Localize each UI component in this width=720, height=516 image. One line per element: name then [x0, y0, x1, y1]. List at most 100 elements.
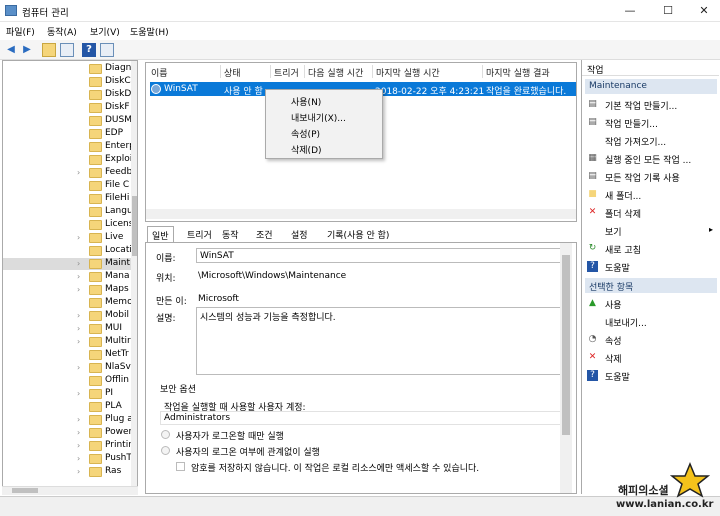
menu-action[interactable]: 동작(A)	[47, 25, 77, 38]
back-arrow-icon[interactable]: ◀	[4, 43, 18, 57]
expand-chevron-icon[interactable]: ›	[77, 285, 80, 294]
forward-arrow-icon[interactable]: ▶	[20, 43, 34, 57]
tree-item[interactable]: › Maint	[3, 258, 133, 270]
tree-hscroll-thumb[interactable]	[12, 488, 38, 493]
expand-chevron-icon[interactable]: ›	[77, 363, 80, 372]
tree-item[interactable]: Exploi	[3, 154, 133, 166]
description-field[interactable]: 시스템의 성능과 기능을 측정합니다.	[196, 307, 566, 375]
tree-scroll-thumb[interactable]	[132, 196, 137, 256]
actions-section-maintenance[interactable]: Maintenance	[585, 79, 717, 94]
tree-item[interactable]: File C	[3, 180, 133, 192]
action-item[interactable]: ↻ 새로 고침	[585, 241, 717, 257]
expand-chevron-icon[interactable]: ›	[77, 272, 80, 281]
column-header-next-run[interactable]: 다음 실행 시간	[308, 66, 363, 79]
column-header-last-result[interactable]: 마지막 실행 결과	[486, 66, 550, 79]
expand-chevron-icon[interactable]: ›	[77, 389, 80, 398]
tab-actions[interactable]: 동작	[222, 228, 239, 241]
tree-item[interactable]: PLA	[3, 401, 133, 413]
action-item[interactable]: ✕ 폴더 삭제	[585, 205, 717, 221]
column-separator[interactable]	[482, 65, 483, 78]
name-field[interactable]: WinSAT	[196, 248, 566, 263]
context-delete[interactable]: 삭제(D)	[291, 143, 322, 156]
expand-chevron-icon[interactable]: ›	[77, 324, 80, 333]
tree-item[interactable]: › Power	[3, 427, 133, 439]
column-header-trigger[interactable]: 트리거	[274, 66, 299, 79]
action-item[interactable]: ▦ 실행 중인 모든 작업 ...	[585, 151, 717, 167]
selected-action-item[interactable]: ✕ 삭제	[585, 350, 717, 366]
expand-chevron-icon[interactable]: ›	[77, 233, 80, 242]
tab-settings[interactable]: 설정	[291, 228, 308, 241]
expand-chevron-icon[interactable]: ›	[77, 454, 80, 463]
tree-item[interactable]: Langu	[3, 206, 133, 218]
radio-run-whether-logged-on[interactable]	[161, 446, 170, 455]
detail-scroll-thumb[interactable]	[562, 255, 570, 435]
radio-run-logged-on[interactable]	[161, 430, 170, 439]
task-list-hscrollbar[interactable]	[146, 209, 576, 219]
help-icon[interactable]: ?	[82, 43, 96, 57]
tree-item[interactable]: EDP	[3, 128, 133, 140]
context-export[interactable]: 내보내기(X)...	[291, 111, 346, 124]
close-button[interactable]: ✕	[686, 0, 720, 22]
action-item[interactable]: ▤ 작업 만들기...	[585, 115, 717, 131]
expand-chevron-icon[interactable]: ›	[77, 441, 80, 450]
column-header-last-run[interactable]: 마지막 실행 시간	[376, 66, 440, 79]
tree-item[interactable]: FileHi	[3, 193, 133, 205]
maximize-button[interactable]: ☐	[650, 0, 686, 22]
tree-item[interactable]: › PI	[3, 388, 133, 400]
menu-file[interactable]: 파일(F)	[6, 25, 35, 38]
minimize-button[interactable]: —	[612, 0, 648, 22]
action-item[interactable]: 보기 ▸	[585, 223, 717, 239]
expand-chevron-icon[interactable]: ›	[77, 168, 80, 177]
expand-chevron-icon[interactable]: ›	[77, 428, 80, 437]
tree-item[interactable]: Licens	[3, 219, 133, 231]
tree-item[interactable]: › MUI	[3, 323, 133, 335]
tree-item[interactable]: Diagn	[3, 63, 133, 75]
action-pane-icon[interactable]	[100, 43, 114, 57]
tab-conditions[interactable]: 조건	[256, 228, 273, 241]
column-separator[interactable]	[304, 65, 305, 78]
tree-item[interactable]: › Live	[3, 232, 133, 244]
tree-item[interactable]: › Mobil	[3, 310, 133, 322]
context-enable[interactable]: 사용(N)	[291, 95, 321, 108]
tree-item[interactable]: › Plug a	[3, 414, 133, 426]
column-separator[interactable]	[270, 65, 271, 78]
tree-item[interactable]: Locati	[3, 245, 133, 257]
action-item[interactable]: ? 도움말	[585, 259, 717, 275]
tree-item[interactable]: › Ras	[3, 466, 133, 478]
expand-chevron-icon[interactable]: ›	[77, 259, 80, 268]
folder-up-icon[interactable]	[42, 43, 56, 57]
tree-item[interactable]: › NlaSv	[3, 362, 133, 374]
tree-vertical-scrollbar[interactable]	[131, 61, 137, 493]
selected-action-item[interactable]: ◔ 속성	[585, 332, 717, 348]
expand-chevron-icon[interactable]: ›	[77, 337, 80, 346]
checkbox-no-store-password[interactable]	[176, 462, 185, 471]
tree-item[interactable]: DiskF	[3, 102, 133, 114]
show-hide-tree-icon[interactable]	[60, 43, 74, 57]
tree-item[interactable]: Offlin	[3, 375, 133, 387]
action-item[interactable]: ▤ 기본 작업 만들기...	[585, 97, 717, 113]
tree-item[interactable]: › Mana	[3, 271, 133, 283]
tree-pane[interactable]: Diagn DiskC DiskD DiskF DUSM EDP Enterp Exploi ›…	[2, 60, 138, 494]
expand-chevron-icon[interactable]: ›	[77, 415, 80, 424]
actions-section-selected[interactable]: 선택한 항목	[585, 278, 717, 293]
tree-item[interactable]: › Maps	[3, 284, 133, 296]
selected-action-item[interactable]: ▲ 사용	[585, 296, 717, 312]
tree-item[interactable]: NetTr	[3, 349, 133, 361]
column-header-name[interactable]: 이름	[151, 66, 168, 79]
tree-item[interactable]: Memo	[3, 297, 133, 309]
expand-chevron-icon[interactable]: ›	[77, 311, 80, 320]
tree-item[interactable]: DUSM	[3, 115, 133, 127]
expand-chevron-icon[interactable]: ›	[77, 467, 80, 476]
action-item[interactable]: ■ 새 폴더...	[585, 187, 717, 203]
action-item[interactable]: ▤ 모든 작업 기록 사용	[585, 169, 717, 185]
tree-item[interactable]: › Printir	[3, 440, 133, 452]
tree-item[interactable]: › Multir	[3, 336, 133, 348]
tree-item[interactable]: › Feedb	[3, 167, 133, 179]
tab-triggers[interactable]: 트리거	[187, 228, 212, 241]
tab-history[interactable]: 기록(사용 안 함)	[327, 228, 389, 241]
column-separator[interactable]	[220, 65, 221, 78]
tree-item[interactable]: DiskD	[3, 89, 133, 101]
tree-item[interactable]: DiskC	[3, 76, 133, 88]
context-properties[interactable]: 속성(P)	[291, 127, 320, 140]
menu-help[interactable]: 도움말(H)	[130, 25, 169, 38]
